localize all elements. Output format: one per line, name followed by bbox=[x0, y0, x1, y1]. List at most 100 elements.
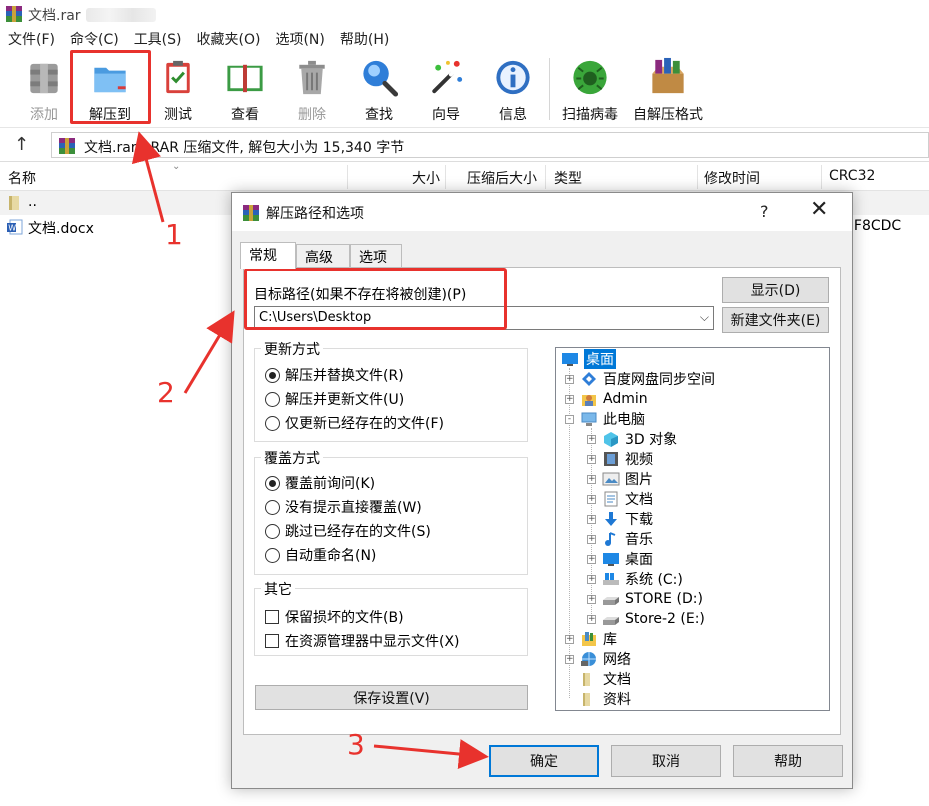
save-settings-button[interactable]: 保存设置(V) bbox=[255, 685, 528, 710]
expand-plus-icon[interactable]: + bbox=[587, 554, 596, 564]
radio-extract-replace[interactable]: 解压并替换文件(R) bbox=[265, 365, 404, 385]
tree-node-downloads[interactable]: + 下载 bbox=[587, 509, 653, 529]
column-name[interactable]: 名称 bbox=[8, 168, 36, 188]
menu-favorites[interactable]: 收藏夹(O) bbox=[197, 29, 261, 49]
radio-fresh-existing[interactable]: 仅更新已经存在的文件(F) bbox=[265, 413, 444, 433]
find-button[interactable]: 查找 bbox=[349, 54, 409, 124]
column-size[interactable]: 大小 bbox=[412, 168, 440, 188]
column-modified[interactable]: 修改时间 bbox=[704, 168, 760, 188]
checkbox-icon bbox=[265, 610, 279, 624]
tree-node-baidu[interactable]: + 百度网盘同步空间 bbox=[565, 369, 715, 389]
dialog-help-icon[interactable]: ? bbox=[760, 202, 769, 221]
radio-skip-existing[interactable]: 跳过已经存在的文件(S) bbox=[265, 521, 431, 541]
file-name: .. bbox=[28, 194, 37, 210]
tab-options[interactable]: 选项 bbox=[350, 244, 402, 268]
tree-node-materials-folder[interactable]: 资料 bbox=[565, 689, 631, 709]
tree-node-label: 文档 bbox=[603, 672, 631, 688]
file-crc: 0F8CDC bbox=[845, 218, 902, 234]
column-type[interactable]: 类型 bbox=[554, 168, 582, 188]
radio-extract-update[interactable]: 解压并更新文件(U) bbox=[265, 389, 404, 409]
tree-node-3d-objects[interactable]: + 3D 对象 bbox=[587, 429, 677, 449]
tree-node-videos[interactable]: + 视频 bbox=[587, 449, 653, 469]
tree-node-drive-c[interactable]: + 系统 (C:) bbox=[587, 569, 683, 589]
dialog-titlebar: 解压路径和选项 ? ✕ bbox=[232, 193, 852, 231]
expand-plus-icon[interactable]: + bbox=[565, 374, 574, 384]
dialog-close-icon[interactable]: ✕ bbox=[810, 197, 828, 222]
tree-node-network[interactable]: + 网络 bbox=[565, 649, 631, 669]
file-name: 文档.docx bbox=[28, 221, 94, 237]
tab-general[interactable]: 常规 bbox=[240, 242, 296, 269]
radio-overwrite-silent[interactable]: 没有提示直接覆盖(W) bbox=[265, 497, 422, 517]
expand-plus-icon[interactable]: + bbox=[565, 634, 574, 644]
expand-plus-icon[interactable]: + bbox=[587, 574, 596, 584]
help-button[interactable]: 帮助 bbox=[733, 745, 843, 777]
menu-help[interactable]: 帮助(H) bbox=[340, 29, 389, 49]
column-packed-size[interactable]: 压缩后大小 bbox=[467, 168, 537, 188]
tree-node-music[interactable]: + 音乐 bbox=[587, 529, 653, 549]
tree-node-docs-folder[interactable]: 文档 bbox=[565, 669, 631, 689]
view-button[interactable]: 查看 bbox=[215, 54, 275, 124]
wizard-button[interactable]: 向导 bbox=[416, 54, 476, 124]
column-separator bbox=[697, 165, 698, 189]
add-label: 添加 bbox=[30, 107, 58, 123]
add-button[interactable]: 添加 bbox=[14, 54, 74, 124]
folder-tree[interactable]: 桌面 + 百度网盘同步空间 + Admin - 此电脑 + 3D 对象 + 视频… bbox=[555, 347, 830, 711]
tree-node-documents[interactable]: + 文档 bbox=[587, 489, 653, 509]
user-folder-icon bbox=[582, 395, 596, 406]
checkbox-keep-broken[interactable]: 保留损坏的文件(B) bbox=[265, 607, 404, 627]
tree-node-pictures[interactable]: + 图片 bbox=[587, 469, 653, 489]
ok-button[interactable]: 确定 bbox=[489, 745, 599, 777]
expand-plus-icon[interactable]: + bbox=[587, 534, 596, 544]
virus-scan-button[interactable]: 扫描病毒 bbox=[560, 54, 620, 124]
tree-node-label: 文档 bbox=[625, 492, 653, 508]
collapse-minus-icon[interactable]: - bbox=[565, 414, 574, 424]
cancel-button[interactable]: 取消 bbox=[611, 745, 721, 777]
tree-node-drive-e[interactable]: + Store-2 (E:) bbox=[587, 609, 705, 629]
tree-node-label: Admin bbox=[603, 391, 648, 407]
expand-plus-icon[interactable]: + bbox=[587, 474, 596, 484]
expand-plus-icon[interactable]: + bbox=[587, 614, 596, 624]
radio-ask-before[interactable]: 覆盖前询问(K) bbox=[265, 473, 375, 493]
checkbox-label: 保留损坏的文件(B) bbox=[285, 610, 404, 626]
tree-node-label: 系统 (C:) bbox=[625, 572, 683, 588]
view-book-icon bbox=[227, 64, 263, 93]
expand-plus-icon[interactable]: + bbox=[587, 454, 596, 464]
test-button[interactable]: 测试 bbox=[148, 54, 208, 124]
music-icon bbox=[605, 532, 616, 546]
expand-plus-icon[interactable]: + bbox=[587, 594, 596, 604]
pictures-icon bbox=[602, 472, 620, 486]
expand-plus-icon[interactable]: + bbox=[587, 434, 596, 444]
update-mode-title: 更新方式 bbox=[261, 339, 323, 359]
new-folder-button[interactable]: 新建文件夹(E) bbox=[722, 307, 829, 333]
tree-node-desktop[interactable]: 桌面 bbox=[561, 349, 616, 369]
tree-node-library[interactable]: + 库 bbox=[565, 629, 617, 649]
tree-node-admin[interactable]: + Admin bbox=[565, 389, 648, 409]
radio-label: 自动重命名(N) bbox=[285, 548, 377, 564]
chevron-down-icon[interactable]: ⌵ bbox=[700, 310, 709, 325]
tree-node-drive-d[interactable]: + STORE (D:) bbox=[587, 589, 703, 609]
info-button[interactable]: 信息 bbox=[483, 54, 543, 124]
checkbox-show-in-explorer[interactable]: 在资源管理器中显示文件(X) bbox=[265, 631, 460, 651]
radio-auto-rename[interactable]: 自动重命名(N) bbox=[265, 545, 376, 565]
expand-plus-icon[interactable]: + bbox=[565, 654, 574, 664]
menu-tools[interactable]: 工具(S) bbox=[134, 29, 182, 49]
drive-icon bbox=[603, 597, 619, 605]
tree-node-label: 桌面 bbox=[625, 552, 653, 568]
title-redacted-area bbox=[86, 8, 156, 22]
delete-button[interactable]: 删除 bbox=[282, 54, 342, 124]
expand-plus-icon[interactable]: + bbox=[587, 514, 596, 524]
expand-plus-icon[interactable]: + bbox=[565, 394, 574, 404]
tab-advanced[interactable]: 高级 bbox=[296, 244, 350, 268]
expand-plus-icon[interactable]: + bbox=[587, 494, 596, 504]
tree-node-this-pc[interactable]: - 此电脑 bbox=[565, 409, 645, 429]
menu-file[interactable]: 文件(F) bbox=[8, 29, 55, 49]
up-arrow-icon[interactable]: ↑ bbox=[14, 134, 29, 155]
address-field[interactable]: 文档.rar - RAR 压缩文件, 解包大小为 15,340 字节 bbox=[51, 132, 929, 158]
show-button[interactable]: 显示(D) bbox=[722, 277, 829, 303]
radio-label: 没有提示直接覆盖(W) bbox=[285, 500, 422, 516]
column-crc32[interactable]: CRC32 bbox=[829, 168, 875, 184]
menu-options[interactable]: 选项(N) bbox=[275, 29, 324, 49]
tree-node-desktop-pc[interactable]: + 桌面 bbox=[587, 549, 653, 569]
menu-commands[interactable]: 命令(C) bbox=[70, 29, 119, 49]
sfx-button[interactable]: 自解压格式 bbox=[633, 54, 703, 124]
